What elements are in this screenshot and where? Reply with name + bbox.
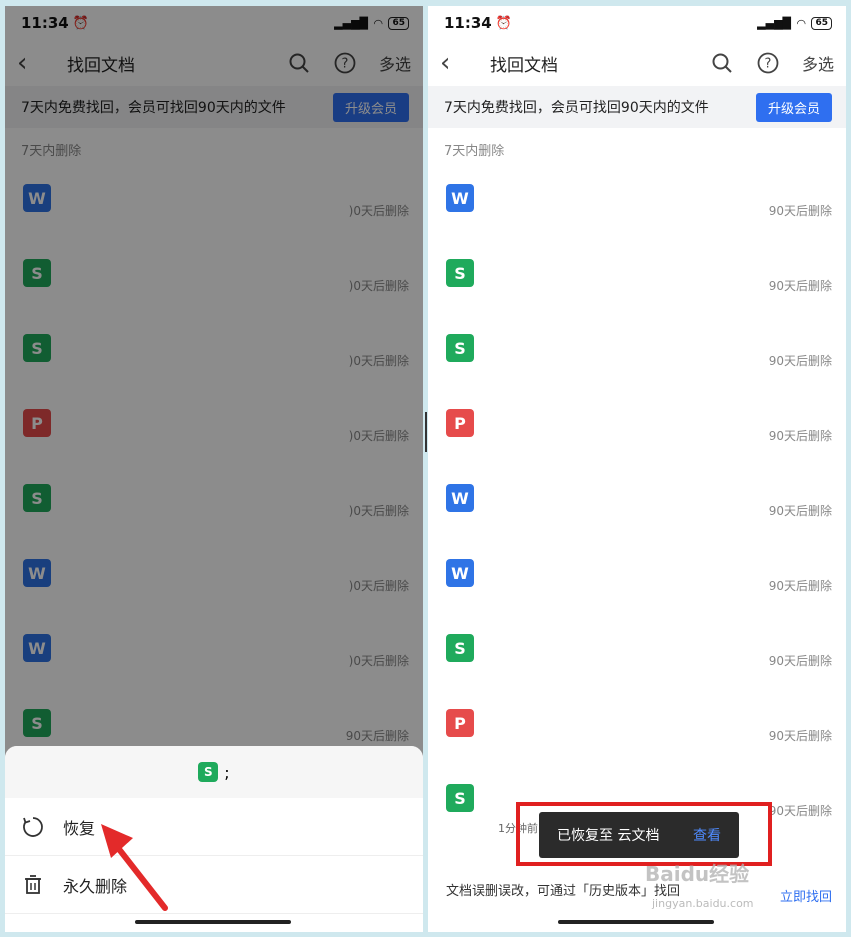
search-icon[interactable] [710, 51, 734, 75]
wifi-icon: ◠ [797, 16, 806, 30]
banner-text: 7天内免费找回，会员可找回90天内的文件 [444, 100, 709, 116]
delete-countdown: 90天后删除 [768, 654, 832, 668]
delete-countdown: 90天后删除 [768, 279, 832, 293]
battery-icon: 65 [811, 16, 832, 30]
word-file-icon: W [446, 484, 474, 512]
presentation-file-icon: P [446, 709, 474, 737]
section-title: 7天内删除 [444, 144, 505, 159]
spreadsheet-file-icon: S [446, 334, 474, 362]
panel-divider [425, 412, 427, 452]
left-phone-screen: 11:34 ⏰ ▂▄▆█ ◠ 65 ‹ 找回文档 ? 多选 7天内免费找回，会员… [5, 6, 423, 932]
free-recovery-banner: 7天内免费找回，会员可找回90天内的文件 升级会员 [428, 86, 846, 128]
file-row[interactable]: S 90天后删除 [428, 241, 846, 316]
file-row[interactable]: S 90天后删除 [428, 616, 846, 691]
presentation-file-icon: P [446, 409, 474, 437]
delete-countdown: 90天后删除 [768, 804, 832, 818]
multiselect-button[interactable]: 多选 [802, 51, 834, 75]
svg-text:?: ? [765, 57, 772, 72]
watermark-url: jingyan.baidu.com [652, 897, 754, 910]
file-row[interactable]: W 90天后删除 [428, 166, 846, 241]
status-time: 11:34 [444, 14, 492, 32]
delete-countdown: 90天后删除 [768, 504, 832, 518]
spreadsheet-file-icon: S [446, 634, 474, 662]
file-row[interactable]: W 90天后删除 [428, 466, 846, 541]
status-bar: 11:34 ⏰ ▂▄▆█ ◠ 65 [428, 6, 846, 40]
delete-countdown: 90天后删除 [768, 729, 832, 743]
word-file-icon: W [446, 559, 474, 587]
help-icon[interactable]: ? [756, 51, 780, 75]
upgrade-vip-button[interactable]: 升级会员 [755, 92, 832, 122]
home-indicator [558, 920, 714, 924]
file-list: W 90天后删除 S 90天后删除 S 90天后删除 P 90天后删除 W 90天后删除 W 90天后… [428, 166, 846, 841]
find-now-button[interactable]: 立即找回 [780, 888, 832, 908]
spreadsheet-file-icon: S [446, 259, 474, 287]
signal-icon: ▂▄▆█ [757, 16, 791, 30]
delete-countdown: 90天后删除 [768, 354, 832, 368]
file-row[interactable]: P 90天后删除 [428, 391, 846, 466]
delete-countdown: 90天后删除 [768, 429, 832, 443]
watermark-logo: Baidu经验 [645, 862, 750, 886]
back-arrow-icon[interactable]: ‹ [440, 48, 476, 78]
word-file-icon: W [446, 184, 474, 212]
history-version-tip: 文档误删误改，可通过「历史版本」找回 立即找回 [428, 872, 846, 932]
delete-countdown: 90天后删除 [768, 204, 832, 218]
app-bar: ‹ 找回文档 ? 多选 [428, 40, 846, 86]
alarm-clock-icon: ⏰ [495, 15, 512, 31]
right-phone-screen: 11:34 ⏰ ▂▄▆█ ◠ 65 ‹ 找回文档 ? 多选 7天内免费找回，会员… [428, 6, 846, 932]
delete-countdown: 90天后删除 [768, 579, 832, 593]
page-title: 找回文档 [490, 55, 558, 76]
file-row[interactable]: P 90天后删除 [428, 691, 846, 766]
annotation-arrow [101, 824, 168, 911]
file-row[interactable]: S 90天后删除 [428, 316, 846, 391]
highlight-box [516, 802, 772, 866]
spreadsheet-file-icon: S [446, 784, 474, 812]
file-row[interactable]: W 90天后删除 [428, 541, 846, 616]
